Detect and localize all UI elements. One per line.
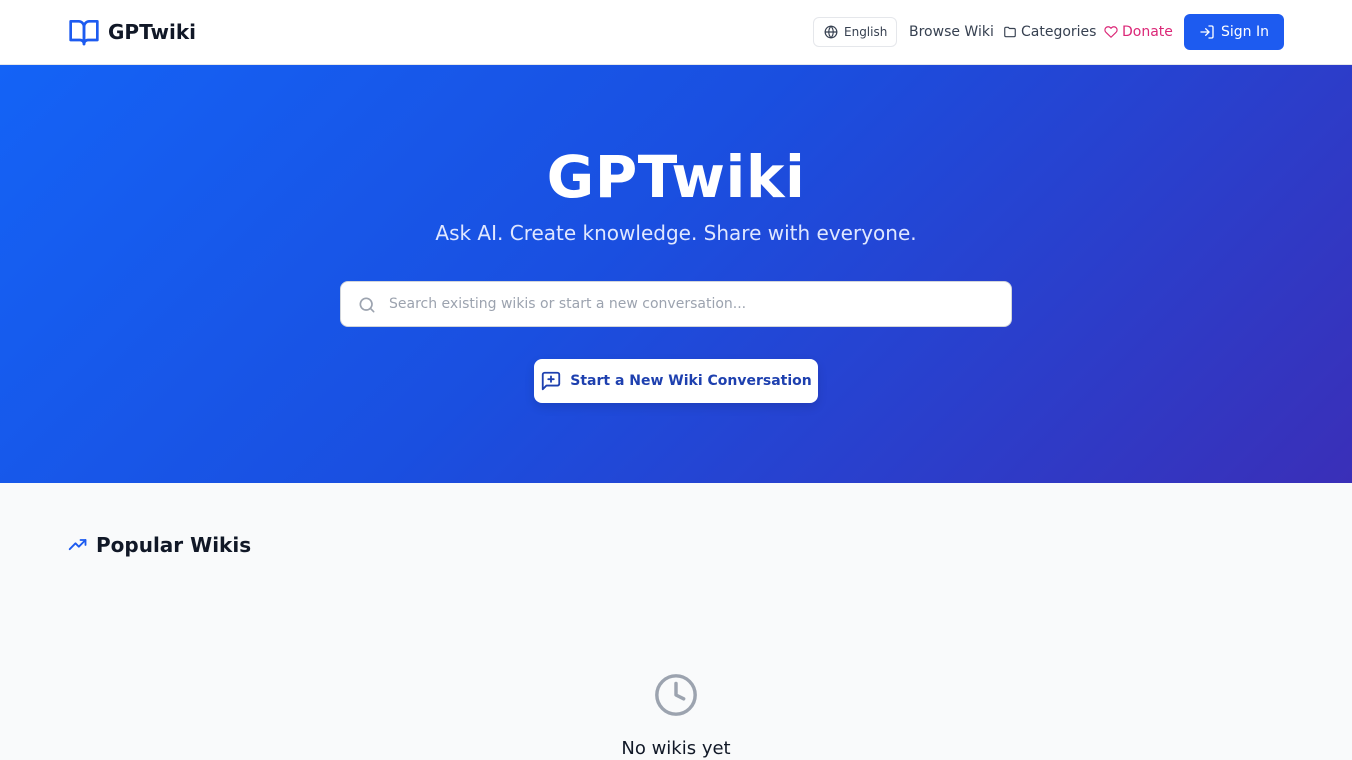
sign-in-label: Sign In — [1221, 24, 1269, 40]
popular-wikis-title: Popular Wikis — [96, 533, 252, 557]
language-selector[interactable]: English — [813, 17, 897, 47]
heart-icon — [1104, 26, 1118, 38]
empty-state-message: No wikis yet — [621, 738, 731, 759]
sign-in-button[interactable]: Sign In — [1184, 14, 1284, 50]
nav-browse-label: Browse Wiki — [909, 24, 994, 40]
globe-icon — [824, 25, 838, 39]
nav-donate[interactable]: Donate — [1104, 20, 1173, 44]
nav-categories-label: Categories — [1021, 24, 1097, 40]
search-icon — [359, 297, 375, 313]
top-navbar: GPTwiki English Browse Wiki Categories D… — [0, 0, 1352, 65]
hero-subtitle: Ask AI. Create knowledge. Share with eve… — [435, 221, 917, 245]
start-new-conversation-label: Start a New Wiki Conversation — [570, 373, 812, 389]
hero-title: GPTwiki — [546, 143, 806, 211]
hero-section: GPTwiki Ask AI. Create knowledge. Share … — [0, 65, 1352, 483]
nav-categories[interactable]: Categories — [1003, 20, 1096, 44]
nav-browse-wiki[interactable]: Browse Wiki — [909, 20, 994, 44]
logo-text: GPTwiki — [108, 20, 197, 44]
site-logo[interactable]: GPTwiki — [68, 16, 196, 48]
log-in-icon — [1200, 25, 1214, 39]
start-new-conversation-button[interactable]: Start a New Wiki Conversation — [534, 359, 818, 403]
search-input[interactable] — [389, 282, 989, 326]
trending-up-icon — [68, 539, 87, 551]
clock-icon — [655, 674, 697, 716]
nav-donate-label: Donate — [1122, 24, 1173, 40]
language-label: English — [844, 25, 888, 39]
message-square-plus-icon — [542, 371, 561, 391]
book-open-icon — [69, 20, 99, 46]
folder-icon — [1004, 26, 1016, 38]
popular-wikis-heading: Popular Wikis — [68, 532, 251, 558]
search-bar — [340, 281, 1012, 327]
